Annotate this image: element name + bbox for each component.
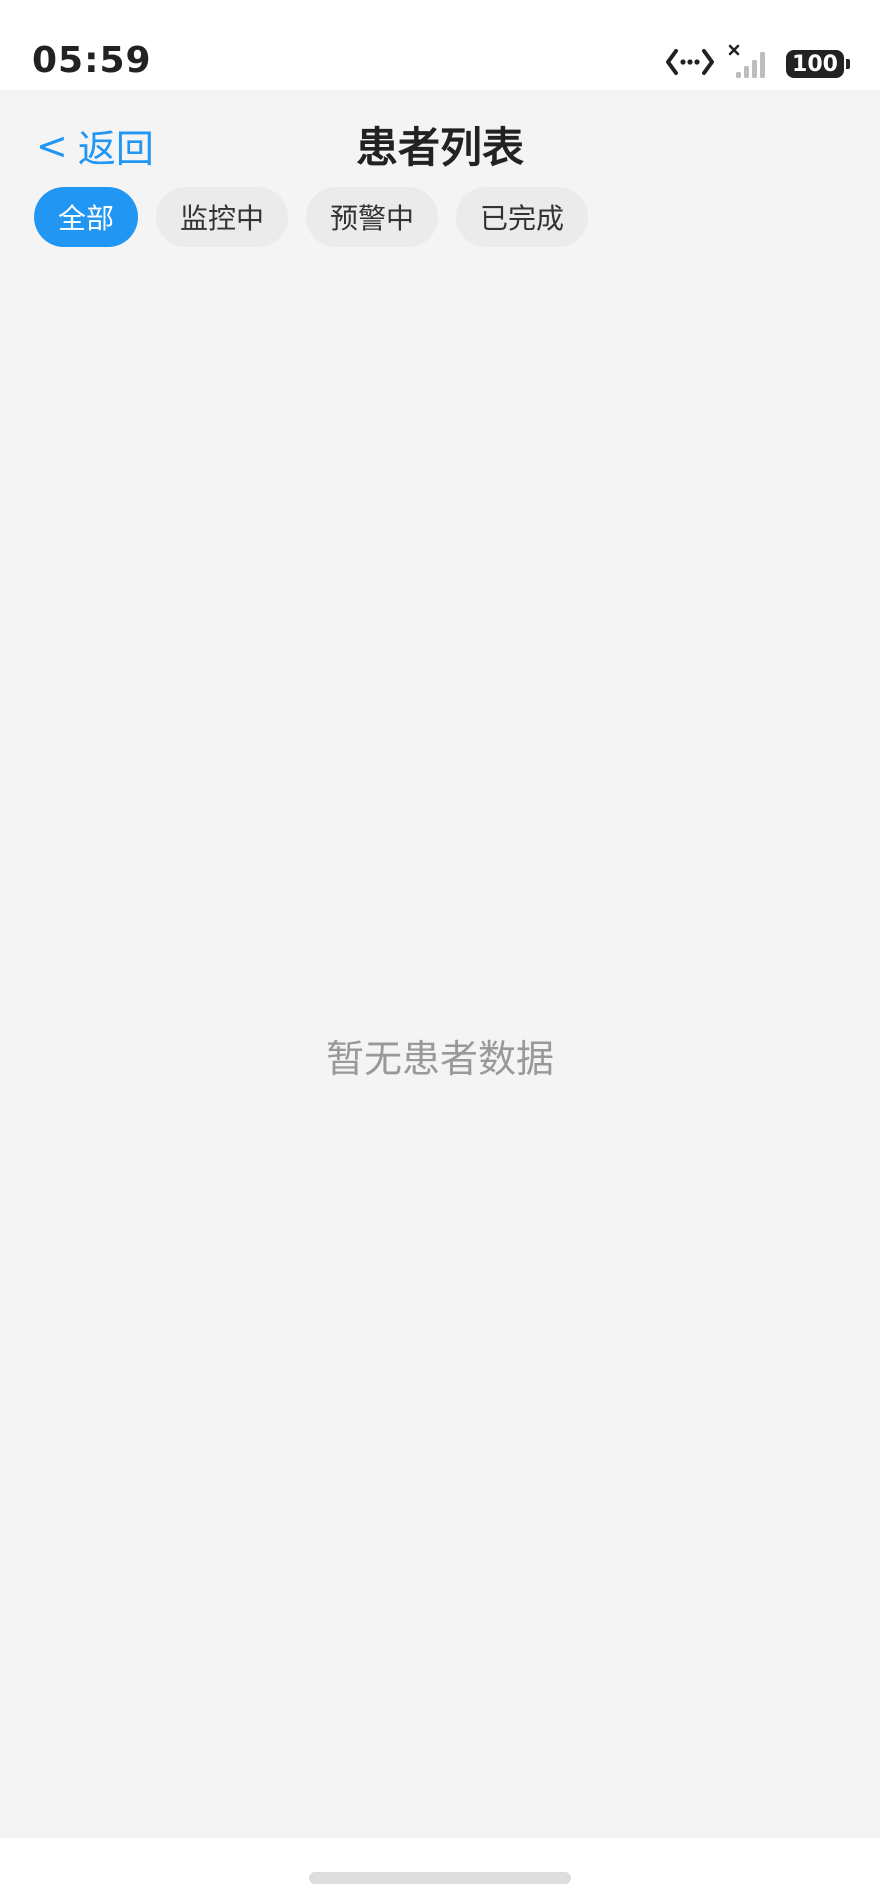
tab-monitoring[interactable]: 监控中 — [156, 187, 289, 247]
page-title: 患者列表 — [355, 123, 524, 172]
status-bar: 05:59 100 — [0, 0, 880, 90]
filter-tabs: 全部 监控中 预警中 已完成 — [34, 187, 589, 247]
home-indicator[interactable] — [309, 1872, 571, 1884]
tab-all[interactable]: 全部 — [34, 187, 139, 247]
status-time: 05:59 — [32, 40, 152, 81]
tab-completed[interactable]: 已完成 — [456, 187, 589, 247]
tab-warning[interactable]: 预警中 — [306, 187, 439, 247]
no-signal-icon — [728, 44, 772, 84]
header: < 返回 患者列表 — [0, 90, 880, 190]
status-icons: 100 — [666, 44, 850, 84]
empty-state-message: 暂无患者数据 — [325, 1037, 554, 1081]
data-transfer-icon — [666, 47, 714, 81]
bottom-nav-area — [0, 1838, 880, 1904]
battery-icon: 100 — [786, 50, 850, 78]
